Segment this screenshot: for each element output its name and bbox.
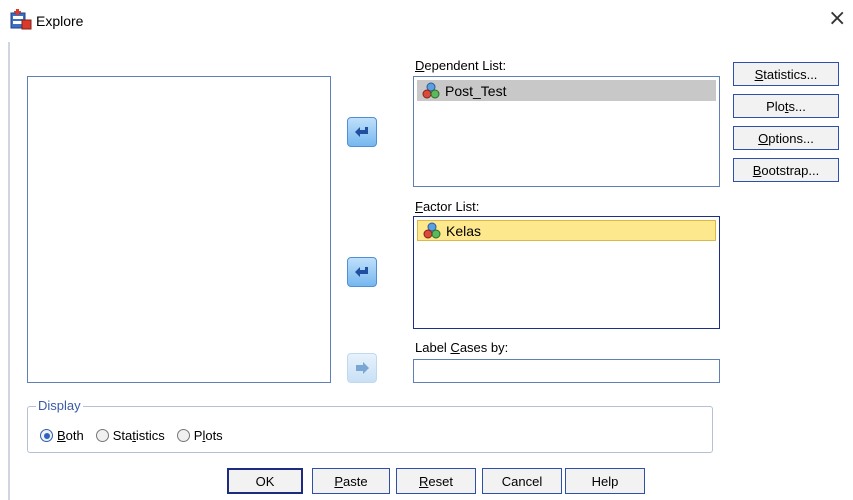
- nominal-variable-icon: [422, 82, 440, 98]
- display-plots-radio[interactable]: Plots: [176, 428, 223, 443]
- list-item[interactable]: Post_Test: [417, 80, 716, 101]
- paste-button[interactable]: Paste: [312, 468, 390, 494]
- window-title: Explore: [36, 13, 84, 29]
- dependent-list-label: Dependent List:: [415, 58, 507, 73]
- bootstrap-button[interactable]: Bootstrap...: [733, 158, 839, 182]
- factor-list-label: Factor List:: [415, 199, 480, 214]
- statistics-button[interactable]: Statistics...: [733, 62, 839, 86]
- move-to-factor-button[interactable]: [347, 257, 377, 287]
- dependent-list[interactable]: Post_Test: [413, 76, 720, 187]
- nominal-variable-icon: [423, 222, 441, 238]
- radio-selected-icon: [40, 429, 53, 442]
- variable-name: Post_Test: [445, 82, 507, 99]
- reset-button[interactable]: Reset: [396, 468, 476, 494]
- display-group-legend: Display: [36, 398, 83, 413]
- close-icon[interactable]: ×: [828, 8, 846, 30]
- cancel-button[interactable]: Cancel: [482, 468, 562, 494]
- radio-unselected-icon: [176, 429, 190, 442]
- radio-label: Plots: [193, 428, 223, 443]
- display-statistics-radio[interactable]: Statistics: [95, 428, 165, 443]
- variable-name: Kelas: [446, 222, 482, 239]
- spss-dialog-icon: [10, 8, 32, 30]
- arrow-right-icon: [356, 362, 369, 374]
- radio-label: Both: [57, 428, 84, 443]
- list-item[interactable]: Kelas: [417, 220, 716, 241]
- label-cases-field[interactable]: [413, 359, 720, 383]
- factor-list[interactable]: Kelas: [413, 216, 720, 329]
- move-to-label-cases-button[interactable]: [347, 353, 377, 383]
- help-button[interactable]: Help: [565, 468, 645, 494]
- radio-label: Statistics: [112, 428, 165, 443]
- ok-button[interactable]: OK: [227, 468, 303, 494]
- radio-unselected-icon: [95, 429, 109, 442]
- window-left-edge: [8, 42, 10, 500]
- arrow-left-icon: [355, 267, 368, 277]
- plots-button[interactable]: Plo t s...: [733, 94, 839, 118]
- arrow-left-icon: [355, 127, 368, 137]
- label-cases-label: Label Cases by:: [415, 340, 509, 355]
- display-options: Both Statistics Plots: [40, 428, 223, 443]
- source-variable-list[interactable]: [27, 76, 331, 383]
- options-button[interactable]: Options...: [733, 126, 839, 150]
- move-to-dependent-button[interactable]: [347, 117, 377, 147]
- display-both-radio[interactable]: Both: [40, 428, 84, 443]
